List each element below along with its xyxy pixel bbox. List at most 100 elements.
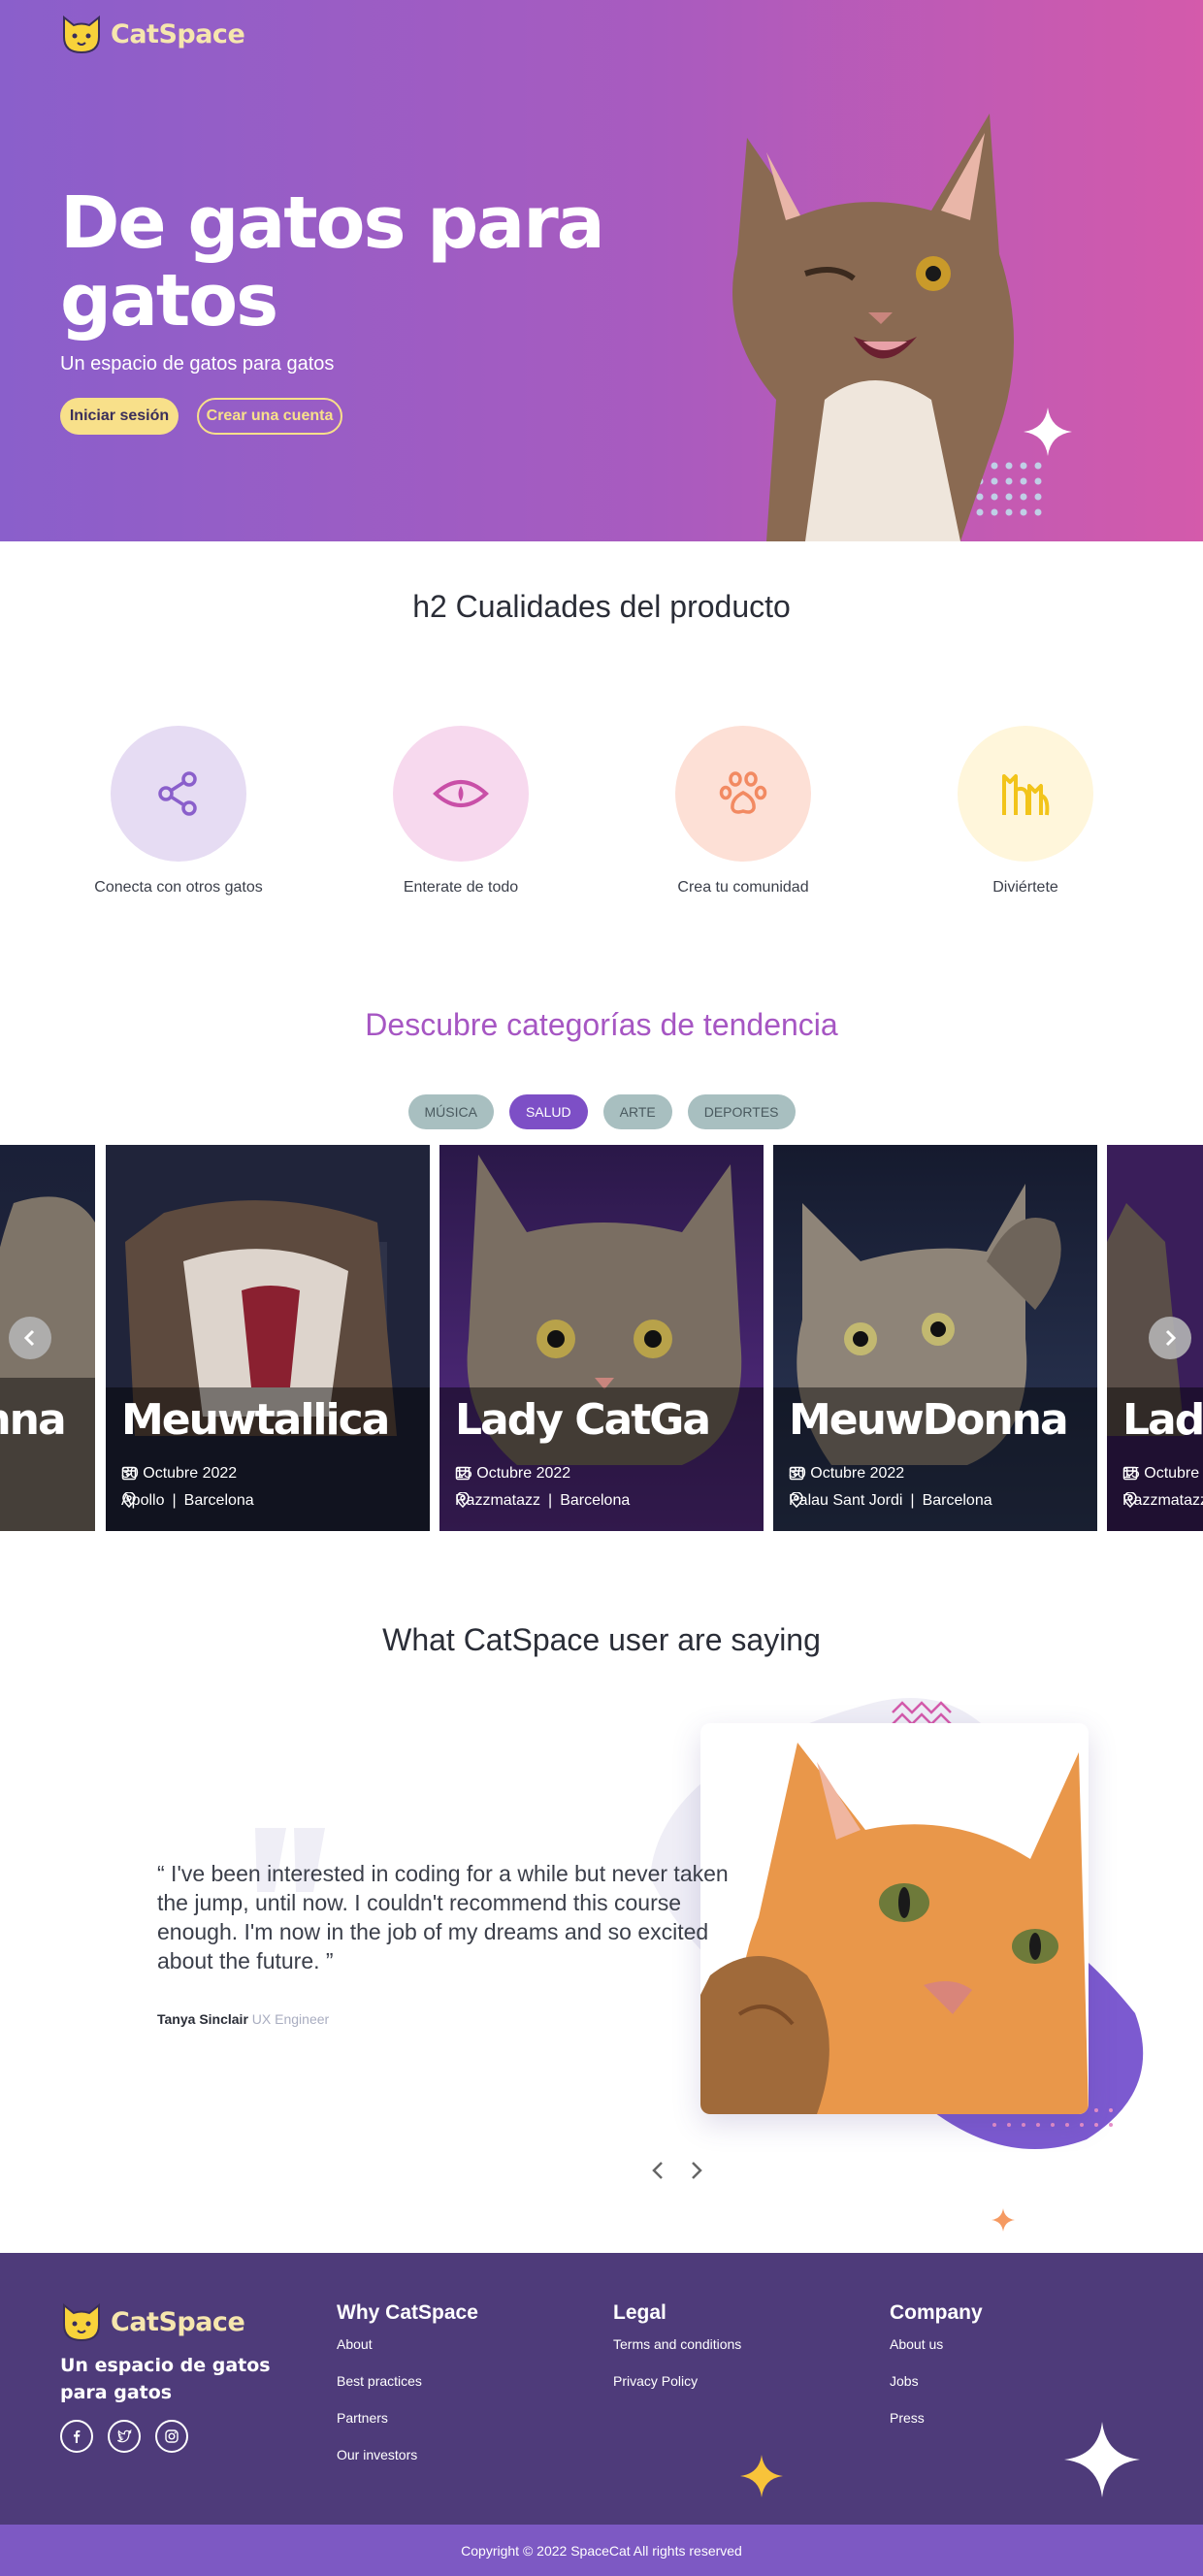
copyright-text: Copyright © 2022 SpaceCat All rights res…: [461, 2542, 742, 2559]
header-logo[interactable]: CatSpace: [60, 14, 245, 54]
footer-column-company: Company About us Jobs Press: [890, 2301, 983, 2447]
footer-column-title: Company: [890, 2301, 983, 2324]
event-card[interactable]: MeuwDonna 30 Octubre 2022 Palau Sant Jor…: [773, 1145, 1097, 1531]
card-date: 30 Octubre 2022: [121, 1465, 237, 1483]
features-title: h2 Cualidades del producto: [412, 589, 791, 624]
carousel-next-button[interactable]: [1149, 1317, 1191, 1359]
footer-link-investors[interactable]: Our investors: [337, 2447, 478, 2462]
feature-circle: [111, 726, 246, 862]
feature-fun: Diviértete: [919, 726, 1132, 897]
signup-button[interactable]: Crear una cuenta: [197, 398, 342, 435]
footer-logo[interactable]: CatSpace: [60, 2301, 245, 2342]
feature-news: Enterate de todo: [354, 726, 568, 897]
footer-link-jobs[interactable]: Jobs: [890, 2373, 983, 2389]
facebook-icon: [74, 2429, 81, 2443]
card-title: MeuwDonna: [789, 1395, 1069, 1445]
chip-salud[interactable]: SALUD: [508, 1094, 588, 1129]
hero-title: De gatos para gatos: [60, 181, 605, 342]
footer-column-legal: Legal Terms and conditions Privacy Polic…: [613, 2301, 741, 2410]
card-city: Barcelona: [183, 1492, 254, 1509]
card-venue: Palau Sant Jordi: [789, 1492, 903, 1509]
location-icon: [122, 1492, 136, 1508]
feature-community: Crea tu comunidad: [636, 726, 850, 897]
eye-icon: [433, 780, 489, 807]
instagram-icon: [165, 2429, 179, 2443]
cat-logo-icon: [63, 2302, 100, 2342]
feature-circle: [393, 726, 529, 862]
calendar-icon: [121, 1466, 137, 1481]
footer-tagline: Un espacio de gatos para gatos: [60, 2355, 271, 2403]
author-role: UX Engineer: [251, 2011, 330, 2027]
calendar-icon: [455, 1466, 471, 1481]
location-icon: [790, 1492, 803, 1508]
facebook-link[interactable]: [60, 2420, 93, 2453]
sparkle-icon: [1024, 408, 1072, 456]
card-place: Apollo | Barcelona: [121, 1492, 254, 1510]
testimonial-author: Tanya Sinclair UX Engineer: [157, 2011, 329, 2027]
location-icon: [456, 1492, 470, 1508]
instagram-link[interactable]: [155, 2420, 188, 2453]
brand-name: CatSpace: [111, 2306, 245, 2337]
chip-deportes[interactable]: DEPORTES: [687, 1094, 796, 1129]
calendar-icon: [789, 1466, 804, 1481]
footer-link-terms[interactable]: Terms and conditions: [613, 2336, 741, 2352]
card-date-text: 30 Octubre 2022: [789, 1465, 905, 1482]
testimonial-next-button[interactable]: [687, 2158, 706, 2189]
card-title: Lady CatGa: [1122, 1395, 1203, 1445]
hero-section: CatSpace De gatos para gatos Un espacio …: [0, 0, 1203, 541]
author-name: Tanya Sinclair: [157, 2011, 248, 2027]
calendar-icon: [1122, 1466, 1138, 1481]
category-chips: MÚSICA SALUD ARTE DEPORTES: [0, 1094, 1203, 1129]
feature-connect: Conecta con otros gatos: [72, 726, 285, 897]
cats-icon: [1002, 774, 1050, 816]
orange-cat-image: [700, 1743, 1089, 2114]
footer-link-press[interactable]: Press: [890, 2410, 983, 2426]
card-place: Razzmatazz | Barcelona: [455, 1492, 630, 1510]
card-title: Lady CatGa: [455, 1395, 711, 1445]
chevron-left-icon: [652, 2162, 663, 2179]
testimonial-quote: “ I've been interested in coding for a w…: [157, 1861, 729, 1973]
footer-link-privacy[interactable]: Privacy Policy: [613, 2373, 741, 2389]
sparkle-icon: [1064, 2422, 1140, 2497]
event-card[interactable]: Lady CatGa 15 Octubre 2022 Razzmatazz | Ba…: [439, 1145, 764, 1531]
sparkle-icon: [740, 2455, 783, 2497]
share-icon: [158, 771, 197, 816]
twitter-link[interactable]: [108, 2420, 141, 2453]
testimonial-prev-button[interactable]: [648, 2158, 667, 2189]
event-card[interactable]: Meuwtallica 30 Octubre 2022 Apollo | Barce…: [106, 1145, 430, 1531]
chevron-left-icon: [23, 1329, 35, 1347]
footer-link-about[interactable]: About: [337, 2336, 478, 2352]
card-place: Razzmatazz: [1122, 1492, 1203, 1510]
testimonial-photo: [700, 1723, 1089, 2114]
card-place: Palau Sant Jordi | Barcelona: [789, 1492, 992, 1510]
feature-circle: [675, 726, 811, 862]
cat-logo-icon: [63, 15, 100, 54]
card-date-text: 30 Octubre 2022: [121, 1465, 238, 1482]
card-city: Barcelona: [560, 1492, 631, 1509]
separator: |: [172, 1492, 177, 1509]
sparkle-icon: [992, 2208, 1015, 2232]
card-city: Barcelona: [922, 1492, 992, 1509]
chevron-right-icon: [1165, 1329, 1177, 1347]
card-date: 30 Octubre 2022: [789, 1465, 904, 1483]
footer-column-title: Why CatSpace: [337, 2301, 478, 2324]
footer-column-title: Legal: [613, 2301, 667, 2324]
card-title: MeuwDonna: [0, 1395, 67, 1445]
hero-cat-image: [732, 114, 1014, 541]
separator: |: [910, 1492, 915, 1509]
chevron-right-icon: [692, 2162, 702, 2179]
footer-column-why: Why CatSpace About Best practices Partne…: [337, 2301, 478, 2484]
footer-link-about-us[interactable]: About us: [890, 2336, 983, 2352]
chip-musica[interactable]: MÚSICA: [407, 1094, 494, 1129]
footer-link-best-practices[interactable]: Best practices: [337, 2373, 478, 2389]
carousel-prev-button[interactable]: [9, 1317, 51, 1359]
card-date-text: 15 Octubre 2022: [455, 1465, 571, 1482]
chip-arte[interactable]: ARTE: [602, 1094, 672, 1129]
footer-bottom: Copyright © 2022 SpaceCat All rights res…: [0, 2525, 1203, 2576]
location-icon: [1123, 1492, 1137, 1508]
card-date: 15 Octubre 2022: [455, 1465, 570, 1483]
hero-subtitle: Un espacio de gatos para gatos: [60, 353, 335, 375]
login-button[interactable]: Iniciar sesión: [60, 398, 179, 435]
feature-label: Diviértete: [992, 879, 1058, 896]
footer-link-partners[interactable]: Partners: [337, 2410, 478, 2426]
